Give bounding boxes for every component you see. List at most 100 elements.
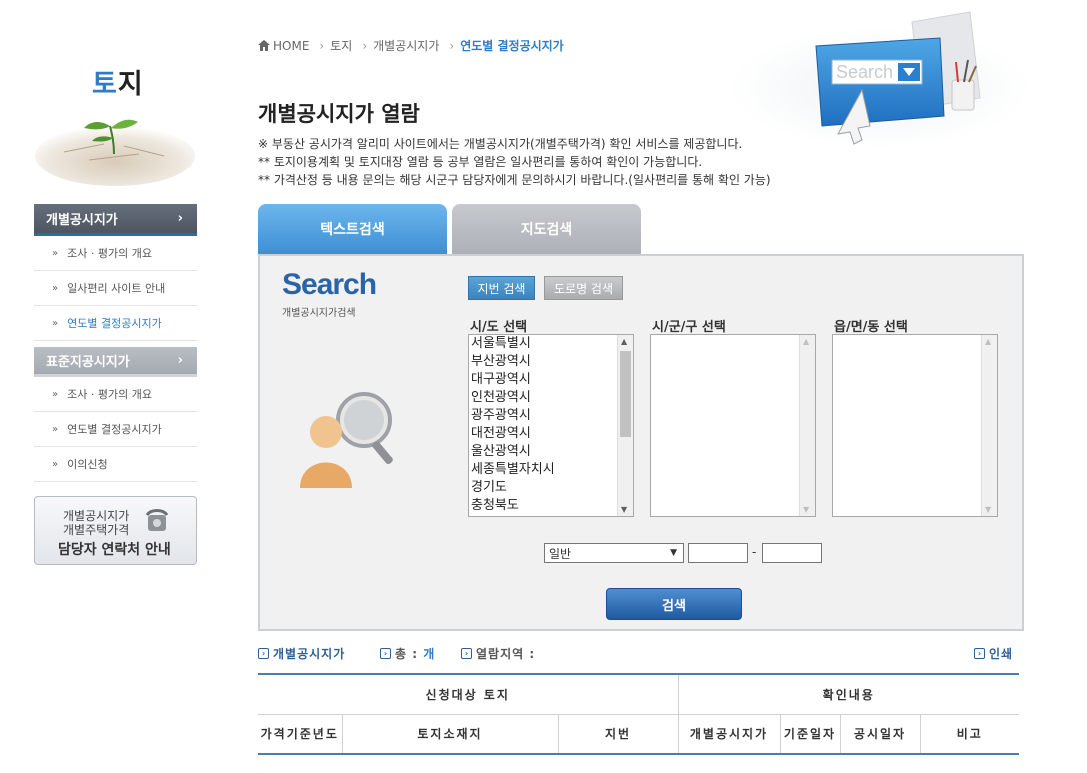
print-button[interactable]: › 인쇄 bbox=[974, 645, 1013, 662]
sidebar-item-yearly-price[interactable]: » 연도별 결정공시지가 bbox=[34, 306, 197, 341]
notice-list: ※ 부동산 공시가격 알리미 사이트에서는 개별공시지가(개별주택가격) 확인 … bbox=[258, 135, 771, 189]
chevron-right-icon: › bbox=[177, 211, 183, 226]
col-announce-date: 공시일자 bbox=[839, 714, 920, 755]
breadcrumb-land[interactable]: 토지 bbox=[330, 37, 352, 54]
sidebar-head-label: 개별공시지가 bbox=[46, 213, 118, 228]
sidebar-head-label: 표준지공시지가 bbox=[46, 355, 130, 370]
dash-separator: - bbox=[752, 545, 757, 559]
tab-text-search[interactable]: 텍스트검색 bbox=[258, 204, 447, 254]
bullet-icon: » bbox=[52, 317, 59, 329]
contact-line-3: 담당자 연락처 안내 bbox=[58, 542, 171, 558]
person-magnifier-icon bbox=[300, 392, 393, 488]
bullet-icon: » bbox=[52, 388, 59, 400]
scroll-up-icon[interactable]: ▲ bbox=[621, 337, 627, 346]
sido-option[interactable]: 울산광역시 bbox=[469, 443, 633, 461]
notice-line: ** 가격산정 등 내용 문의는 해당 시군구 담당자에게 문의하시기 바랍니다… bbox=[258, 173, 771, 187]
sido-options: 서울특별시 부산광역시 대구광역시 인천광역시 광주광역시 대전광역시 울산광역시 세종특별자… bbox=[469, 335, 633, 515]
tab-map-search[interactable]: 지도검색 bbox=[452, 204, 641, 254]
sidebar-head-standard-price[interactable]: 표준지공시지가 › bbox=[34, 347, 197, 377]
bullet-icon: » bbox=[52, 247, 59, 259]
bonbun-input[interactable] bbox=[688, 543, 748, 563]
chevron-down-icon: ▼ bbox=[670, 548, 677, 558]
section-title-first: 토 bbox=[92, 69, 118, 100]
sidebar-menu: 개별공시지가 › » 조사 · 평가의 개요 » 일사편리 사이트 안내 » 연도별 … bbox=[34, 204, 197, 482]
breadcrumb-home[interactable]: HOME bbox=[273, 39, 309, 53]
chevron-right-icon: › bbox=[449, 38, 455, 53]
chevron-right-icon: › bbox=[362, 38, 368, 53]
sidebar-head-individual-price[interactable]: 개별공시지가 › bbox=[34, 204, 197, 236]
sido-option[interactable]: 세종특별자치시 bbox=[469, 461, 633, 479]
sido-option[interactable]: 대구광역시 bbox=[469, 371, 633, 389]
sidebar-item-survey-overview[interactable]: » 조사 · 평가의 개요 bbox=[34, 236, 197, 271]
chevron-right-icon: › bbox=[319, 38, 325, 53]
lot-type-select[interactable]: 일반 ▼ bbox=[544, 543, 684, 563]
search-submit-button[interactable]: 검색 bbox=[606, 588, 742, 620]
result-count-label: 총 : bbox=[395, 647, 419, 661]
contact-info-banner[interactable]: 개별공시지가 개별주택가격 담당자 연락처 안내 bbox=[34, 496, 197, 565]
sidebar-item-label: 조사 · 평가의 개요 bbox=[67, 388, 152, 401]
table-group-confirmation: 확인내용 bbox=[677, 673, 1019, 715]
dong-listbox[interactable]: ▲ ▼ bbox=[832, 334, 998, 517]
sido-listbox[interactable]: 서울특별시 부산광역시 대구광역시 인천광역시 광주광역시 대전광역시 울산광역시 세종특별자… bbox=[468, 334, 634, 517]
col-remarks: 비고 bbox=[919, 714, 1019, 755]
col-price-year: 가격기준년도 bbox=[258, 714, 342, 755]
sprout-illustration bbox=[35, 119, 195, 186]
page-title: 개별공시지가 열람 bbox=[258, 102, 420, 126]
col-lot-number: 지번 bbox=[557, 714, 678, 755]
bullet-icon: » bbox=[52, 282, 59, 294]
search-monitor-illustration: Search bbox=[730, 11, 1030, 148]
sidebar-item-ilsa-guide[interactable]: » 일사편리 사이트 안내 bbox=[34, 271, 197, 306]
breadcrumb-current: 연도별 결정공시지가 bbox=[460, 39, 564, 53]
arrow-box-icon: › bbox=[974, 648, 985, 659]
breadcrumb-individual-price[interactable]: 개별공시지가 bbox=[373, 37, 439, 54]
jibun-search-button[interactable]: 지번 검색 bbox=[468, 276, 535, 300]
arrow-box-icon: › bbox=[380, 648, 391, 659]
breadcrumb: HOME › 토지 › 개별공시지가 › 연도별 결정공시지가 bbox=[258, 37, 564, 54]
sido-option[interactable]: 인천광역시 bbox=[469, 389, 633, 407]
arrow-box-icon: › bbox=[258, 648, 269, 659]
bubun-input[interactable] bbox=[762, 543, 822, 563]
notice-line: ** 토지이용계획 및 토지대장 열람 등 공부 열람은 일사편리를 통하여 확… bbox=[258, 155, 703, 169]
scrollbar-thumb[interactable] bbox=[620, 351, 631, 437]
result-region: › 열람지역 : bbox=[461, 645, 535, 662]
scroll-up-icon[interactable]: ▲ bbox=[985, 337, 991, 346]
illustration-search-text: Search bbox=[836, 62, 893, 82]
scrollbar[interactable]: ▲ ▼ bbox=[617, 335, 633, 516]
sidebar-item-standard-overview[interactable]: » 조사 · 평가의 개요 bbox=[34, 377, 197, 412]
notice-line: ※ 부동산 공시가격 알리미 사이트에서는 개별공시지가(개별주택가격) 확인 … bbox=[258, 137, 743, 151]
sido-option[interactable]: 광주광역시 bbox=[469, 407, 633, 425]
scroll-up-icon[interactable]: ▲ bbox=[803, 337, 809, 346]
scroll-down-icon[interactable]: ▼ bbox=[621, 505, 627, 514]
arrow-box-icon: › bbox=[461, 648, 472, 659]
road-name-search-button[interactable]: 도로명 검색 bbox=[544, 276, 623, 300]
result-label-price-text: 개별공시지가 bbox=[273, 647, 346, 661]
lot-type-value: 일반 bbox=[549, 546, 572, 561]
scrollbar[interactable]: ▲ ▼ bbox=[981, 335, 997, 516]
sido-option[interactable]: 경기도 bbox=[469, 479, 633, 497]
result-count: › 총 : 개 bbox=[380, 645, 435, 662]
phone-icon bbox=[145, 509, 169, 531]
scroll-down-icon[interactable]: ▼ bbox=[985, 505, 991, 514]
scrollbar[interactable]: ▲ ▼ bbox=[799, 335, 815, 516]
sido-option[interactable]: 대전광역시 bbox=[469, 425, 633, 443]
sido-option[interactable]: 서울특별시 bbox=[469, 335, 633, 353]
search-logo-subtitle: 개별공시지가검색 bbox=[282, 308, 356, 319]
sido-option[interactable]: 부산광역시 bbox=[469, 353, 633, 371]
col-base-date: 기준일자 bbox=[779, 714, 840, 755]
sido-label: 시/도 선택 bbox=[470, 320, 528, 335]
sidebar-item-label: 연도별 결정공시지가 bbox=[67, 423, 162, 436]
col-land-location: 토지소재지 bbox=[341, 714, 558, 755]
contact-line-2: 개별주택가격 bbox=[63, 523, 130, 537]
sidebar-item-standard-yearly[interactable]: » 연도별 결정공시지가 bbox=[34, 412, 197, 447]
section-title: 토지 bbox=[92, 62, 144, 101]
result-region-label: 열람지역 : bbox=[476, 647, 536, 661]
sigungu-listbox[interactable]: ▲ ▼ bbox=[650, 334, 816, 517]
sidebar-item-objection[interactable]: » 이의신청 bbox=[34, 447, 197, 482]
scroll-down-icon[interactable]: ▼ bbox=[803, 505, 809, 514]
sido-option[interactable]: 충청북도 bbox=[469, 497, 633, 515]
chevron-right-icon: › bbox=[177, 353, 183, 368]
result-count-unit: 개 bbox=[423, 647, 436, 661]
print-label: 인쇄 bbox=[989, 647, 1014, 661]
table-group-target-land: 신청대상 토지 bbox=[258, 673, 678, 715]
sidebar-item-label: 조사 · 평가의 개요 bbox=[67, 247, 152, 260]
